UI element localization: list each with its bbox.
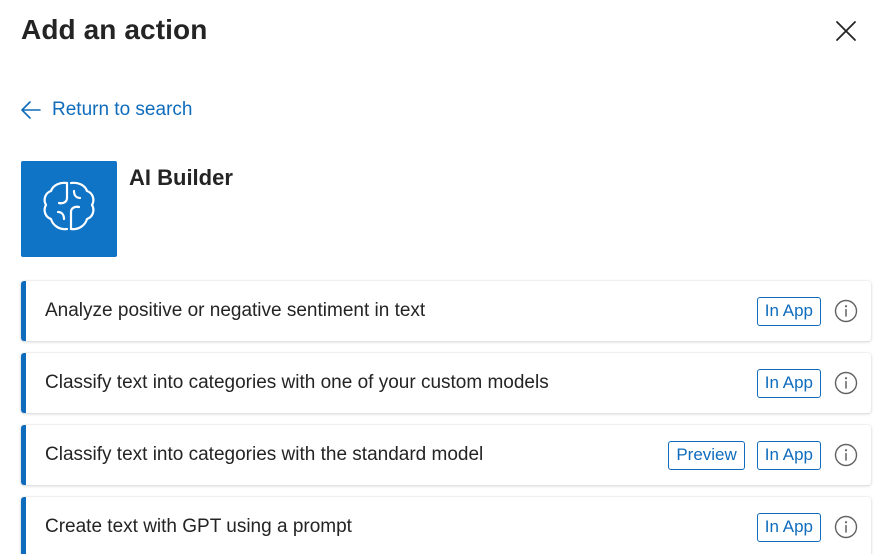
connector-logo — [21, 161, 117, 257]
action-item[interactable]: Analyze positive or negative sentiment i… — [21, 281, 871, 341]
add-action-panel: Add an action Return to search AI Builde… — [0, 0, 892, 554]
action-item[interactable]: Classify text into categories with one o… — [21, 353, 871, 413]
return-to-search-label: Return to search — [52, 99, 193, 120]
action-item[interactable]: Create text with GPT using a prompt In A… — [21, 497, 871, 554]
action-item[interactable]: Classify text into categories with the s… — [21, 425, 871, 485]
in-app-badge: In App — [756, 368, 821, 398]
close-icon — [835, 20, 857, 47]
arrow-left-icon — [20, 100, 42, 120]
action-label: Classify text into categories with the s… — [45, 444, 484, 465]
info-icon[interactable] — [833, 370, 859, 396]
panel-title: Add an action — [21, 14, 208, 45]
return-to-search-link[interactable]: Return to search — [20, 99, 192, 121]
in-app-badge: In App — [756, 512, 821, 542]
in-app-badge: In App — [756, 440, 821, 470]
action-label: Classify text into categories with one o… — [45, 372, 549, 393]
close-button[interactable] — [828, 15, 864, 51]
action-badges: In App — [756, 296, 821, 326]
in-app-badge: In App — [756, 296, 821, 326]
brain-icon — [38, 176, 100, 243]
info-icon[interactable] — [833, 298, 859, 324]
preview-badge: Preview — [668, 440, 745, 470]
action-badges: In App — [756, 368, 821, 398]
info-icon[interactable] — [833, 514, 859, 540]
connector-name: AI Builder — [129, 165, 233, 190]
action-list: Analyze positive or negative sentiment i… — [21, 281, 871, 554]
action-badges: Preview In App — [668, 440, 821, 470]
action-label: Create text with GPT using a prompt — [45, 516, 352, 537]
connector-header: AI Builder — [21, 161, 233, 257]
info-icon[interactable] — [833, 442, 859, 468]
action-badges: In App — [756, 512, 821, 542]
action-label: Analyze positive or negative sentiment i… — [45, 300, 426, 321]
